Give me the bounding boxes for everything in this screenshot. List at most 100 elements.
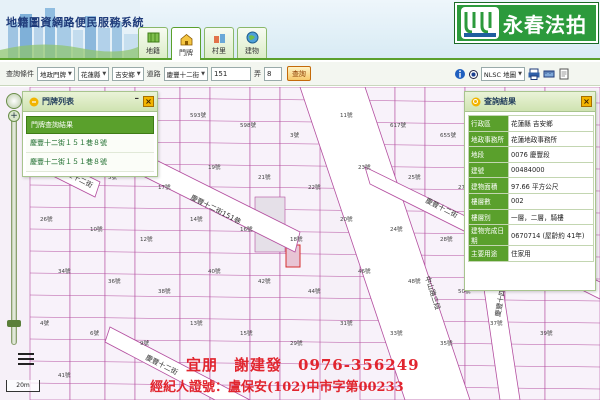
result-value: 一層，二層，騎樓 (508, 208, 594, 226)
query-result-panel: 查詢結果 × 行政區 花蓮縣 吉安鄉 地政事務所 花蓮地政事務所 地段 0076 慶豐段建… (464, 91, 596, 291)
zoom-slider[interactable] (11, 115, 17, 345)
query-type-select[interactable]: 地政門牌 ▼ (37, 66, 75, 81)
lot-number-label: 38號 (158, 287, 171, 295)
brand-name: 永春法拍 (503, 12, 587, 37)
lot-number-label: 10號 (90, 225, 103, 233)
result-key: 建物完成日期 (468, 224, 509, 247)
contact-overlay: 宜朋 謝建發 0976-356249 (186, 356, 420, 374)
result-row: 地政事務所 花蓮地政事務所 (468, 130, 594, 148)
header: 地籍圖資網路便民服務系統 地籍 門牌 村里 建物 永春法拍 (0, 0, 600, 60)
result-value: 0670714 (屋齡約 41年) (508, 224, 594, 247)
result-value: 花蓮縣 吉安鄉 (508, 115, 594, 132)
minimize-button[interactable]: – (135, 94, 140, 104)
result-section-header: 門牌查詢結果 (26, 116, 154, 134)
search-toolbar: 查詢條件 地政門牌 ▼ 花蓮縣 ▼ 吉安鄉 ▼ 道路 慶豐十二街 ▼ 151 弄 8 查… (0, 62, 600, 86)
brand-banner: 永春法拍 (454, 2, 599, 44)
info-icon[interactable] (454, 68, 466, 80)
result-value: 00484000 (508, 161, 594, 179)
measure-icon[interactable] (543, 68, 555, 80)
town-select[interactable]: 吉安鄉 ▼ (112, 66, 144, 81)
pan-control[interactable] (6, 93, 22, 109)
tab-address[interactable]: 門牌 (171, 27, 201, 60)
lot-number-label: 18號 (290, 235, 303, 243)
lot-number-label: 23號 (358, 163, 371, 171)
query-type-value: 地政門牌 (40, 70, 66, 79)
globe-icon (246, 31, 258, 44)
lot-number-label: 36號 (108, 277, 121, 285)
lot-number-label: 24號 (390, 225, 403, 233)
town-value: 吉安鄉 (115, 70, 135, 79)
lot-number-label: 13號 (190, 319, 203, 327)
chevron-down-icon: ▼ (518, 71, 522, 77)
map-layer-value: NLSC 地圖 (483, 71, 517, 79)
zoom-in-button[interactable]: + (8, 110, 20, 122)
number-input[interactable]: 151 (210, 66, 251, 81)
search-icon (471, 97, 481, 106)
lot-number-label: 16號 (240, 225, 253, 233)
result-row: 行政區 花蓮縣 吉安鄉 (468, 115, 594, 132)
alley-number-input[interactable]: 8 (263, 66, 282, 81)
address-result-item[interactable]: 慶豐十二街１５１巷８號 (26, 134, 154, 153)
lot-number-label: 37號 (490, 319, 503, 327)
lot-number-label: 34號 (58, 267, 71, 275)
county-select[interactable]: 花蓮縣 ▼ (77, 66, 110, 81)
tab-cadastral[interactable]: 地籍 (138, 27, 168, 58)
tab-building[interactable]: 建物 (237, 27, 267, 58)
chevron-down-icon: ▼ (201, 70, 205, 77)
lot-number-label: 39號 (540, 329, 553, 337)
lot-number-label: 46號 (358, 267, 371, 275)
county-value: 花蓮縣 (80, 70, 101, 79)
house-icon (180, 33, 192, 46)
tab-label: 村里 (212, 47, 226, 55)
lot-number-label: 31號 (340, 319, 353, 327)
close-button[interactable]: × (581, 96, 592, 107)
address-list-panel: 門牌列表 – × 門牌查詢結果 慶豐十二街１５１巷８號 慶豐十二街１５１巷８號 (22, 91, 158, 177)
lot-number-label: 593號 (190, 111, 206, 119)
scale-bar: 20m (6, 380, 40, 392)
result-row: 樓層別 一層，二層，騎樓 (468, 208, 594, 226)
lot-number-label: 598號 (240, 121, 256, 129)
close-button[interactable]: × (143, 96, 154, 107)
lot-number-label: 15號 (240, 329, 253, 337)
print-icon[interactable] (528, 68, 540, 80)
lot-number-label: 25號 (408, 173, 421, 181)
list-icon[interactable] (18, 352, 34, 366)
lot-number-label: 22號 (308, 183, 321, 191)
lot-number-label: 26號 (40, 215, 53, 223)
result-value: 住家用 (508, 245, 594, 262)
panel-header: 門牌列表 – × (23, 92, 157, 112)
lot-number-label: 41號 (58, 371, 71, 379)
result-row: 主要用途 住家用 (468, 245, 594, 262)
brand-logo-icon (461, 7, 499, 39)
lot-number-label: 35號 (440, 339, 453, 347)
lot-number-label: 12號 (140, 235, 153, 243)
address-result-item[interactable]: 慶豐十二街１５１巷８號 (26, 153, 154, 172)
lot-number-label: 19號 (208, 163, 221, 171)
alley-number-value: 8 (266, 69, 272, 78)
zoom-slider-thumb[interactable] (7, 320, 21, 327)
document-icon[interactable] (558, 68, 570, 80)
map-tools: NLSC 地圖 ▼ (454, 67, 570, 81)
lot-number-label: 40號 (208, 267, 221, 275)
map-layer-select[interactable]: NLSC 地圖 ▼ (480, 67, 525, 81)
site-title: 地籍圖資網路便民服務系統 (6, 16, 144, 29)
lot-number-label: 17號 (158, 183, 171, 191)
lot-number-label: 33號 (390, 329, 403, 337)
map-icon (147, 32, 159, 43)
result-value: 002 (508, 192, 594, 210)
result-value: 花蓮地政事務所 (508, 130, 594, 148)
lot-number-label: 4號 (40, 319, 49, 327)
layer-radio[interactable] (468, 69, 478, 79)
lot-number-label: 617號 (390, 121, 406, 129)
lot-number-label: 42號 (258, 277, 271, 285)
result-row: 樓層數 002 (468, 192, 594, 210)
panel-title: 門牌列表 (42, 97, 74, 106)
result-table: 行政區 花蓮縣 吉安鄉 地政事務所 花蓮地政事務所 地段 0076 慶豐段 建號 004840… (468, 115, 594, 262)
search-button[interactable]: 查詢 (286, 66, 311, 81)
tab-label: 地籍 (146, 47, 160, 55)
result-key: 主要用途 (468, 245, 509, 262)
road-select[interactable]: 慶豐十二街 ▼ (163, 66, 208, 81)
tab-village[interactable]: 村里 (204, 27, 234, 58)
lot-number-label: 9號 (140, 339, 149, 347)
result-row: 地段 0076 慶豐段 (468, 146, 594, 163)
